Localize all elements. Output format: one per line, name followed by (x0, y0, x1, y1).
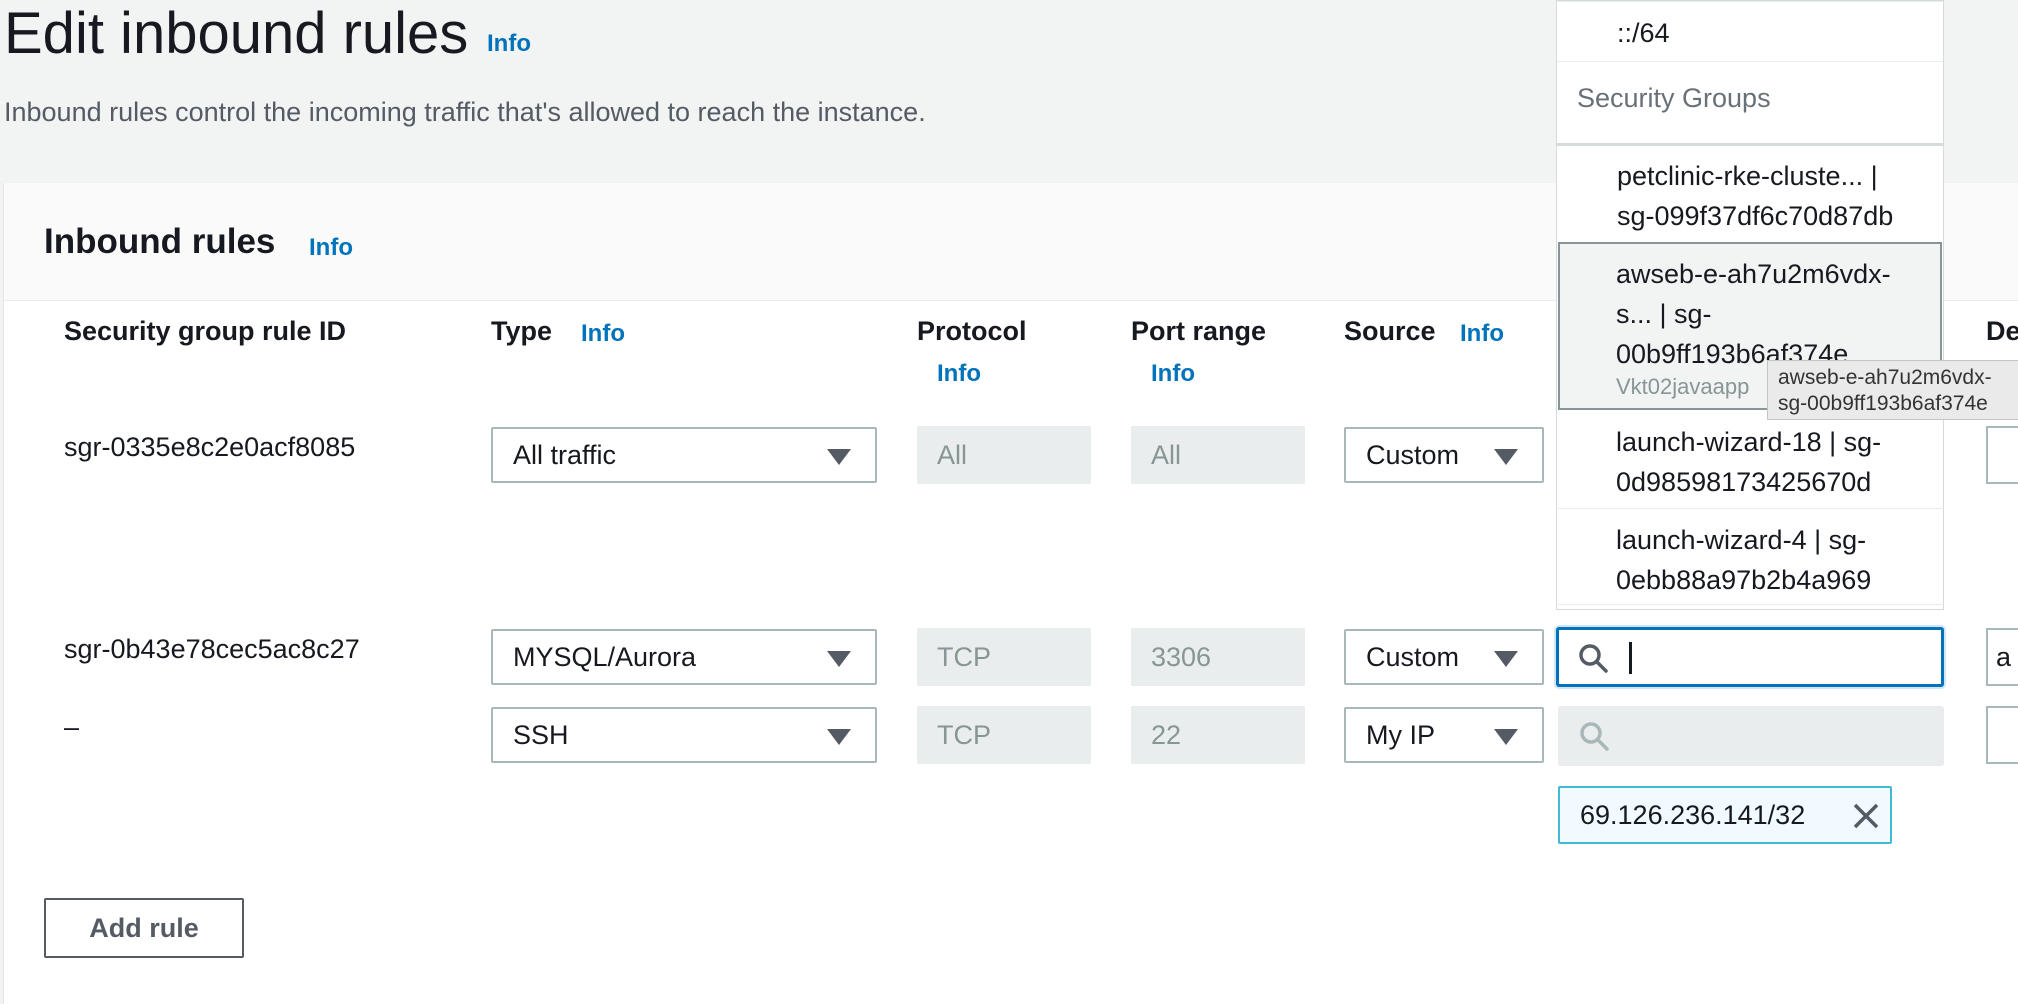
option-tooltip: awseb-e-ah7u2m6vdx- sg-00b9ff193b6af374e (1767, 360, 2018, 420)
port-range-field: 22 (1131, 706, 1305, 764)
option-line: sg-099f37df6c70d87db (1617, 201, 1894, 231)
col-header-port-range: Port range (1131, 316, 1267, 346)
col-header-source: Source (1344, 316, 1436, 346)
tooltip-line: awseb-e-ah7u2m6vdx- (1778, 366, 1992, 389)
divider (1557, 143, 1943, 146)
source-search-input-disabled (1558, 706, 1944, 766)
tooltip-line: sg-00b9ff193b6af374e (1778, 392, 1988, 415)
ip-token-label: 69.126.236.141/32 (1580, 800, 1806, 830)
option-line: petclinic-rke-cluste... | (1617, 161, 1878, 191)
panel-title: Inbound rules (44, 222, 276, 261)
caret-down-icon (827, 729, 851, 745)
source-info-link[interactable]: Info (1460, 320, 1504, 348)
page-description: Inbound rules control the incoming traff… (4, 97, 926, 127)
type-select[interactable]: All traffic (491, 427, 877, 483)
type-value: All traffic (513, 440, 617, 470)
dropdown-group-label: Security Groups (1577, 83, 1771, 113)
description-input[interactable] (1986, 706, 2018, 764)
rule-id: sgr-0335e8c2e0acf8085 (64, 432, 356, 462)
col-header-type: Type (491, 316, 553, 346)
protocol-field: TCP (917, 628, 1091, 686)
divider (1557, 1, 1943, 2)
caret-down-icon (827, 651, 851, 667)
type-select[interactable]: MYSQL/Aurora (491, 629, 877, 685)
port-info-link[interactable]: Info (1151, 360, 1195, 388)
protocol-info-link[interactable]: Info (937, 360, 981, 388)
source-value: My IP (1366, 720, 1436, 750)
rule-id: sgr-0b43e78cec5ac8c27 (64, 634, 360, 664)
caret-down-icon (1494, 729, 1518, 745)
type-value: SSH (513, 720, 569, 750)
port-range-field: All (1131, 426, 1305, 484)
caret-down-icon (1494, 651, 1518, 667)
source-select[interactable]: Custom (1344, 629, 1544, 685)
close-icon[interactable] (1852, 802, 1880, 830)
description-input[interactable] (1986, 426, 2018, 484)
rule-id: – (64, 712, 80, 742)
text-cursor (1629, 642, 1632, 674)
type-select[interactable]: SSH (491, 707, 877, 763)
dropdown-option-ipv6[interactable]: ::/64 (1557, 13, 1943, 53)
source-select[interactable]: My IP (1344, 707, 1544, 763)
source-value: Custom (1366, 642, 1460, 672)
protocol-field: All (917, 426, 1091, 484)
divider (1557, 61, 1943, 62)
type-value: MYSQL/Aurora (513, 642, 697, 672)
add-rule-button[interactable]: Add rule (44, 898, 244, 958)
source-value: Custom (1366, 440, 1460, 470)
description-input[interactable]: a (1986, 628, 2018, 686)
source-ip-token: 69.126.236.141/32 (1558, 786, 1892, 844)
type-info-link[interactable]: Info (581, 320, 625, 348)
protocol-field: TCP (917, 706, 1091, 764)
dropdown-option-security-group[interactable]: petclinic-rke-cluste... | sg-099f37df6c7… (1557, 156, 1943, 236)
col-header-description: De (1986, 316, 2018, 346)
source-search-input[interactable] (1556, 627, 1944, 687)
page-info-link[interactable]: Info (487, 30, 531, 58)
search-icon (1580, 722, 1609, 751)
col-header-protocol: Protocol (917, 316, 1027, 346)
port-range-field: 3306 (1131, 628, 1305, 686)
search-icon (1579, 644, 1608, 673)
page-title: Edit inbound rules (4, 1, 469, 66)
panel-info-link[interactable]: Info (309, 234, 353, 262)
caret-down-icon (827, 449, 851, 465)
caret-down-icon (1494, 449, 1518, 465)
col-header-rule-id: Security group rule ID (64, 316, 347, 346)
source-select[interactable]: Custom (1344, 427, 1544, 483)
